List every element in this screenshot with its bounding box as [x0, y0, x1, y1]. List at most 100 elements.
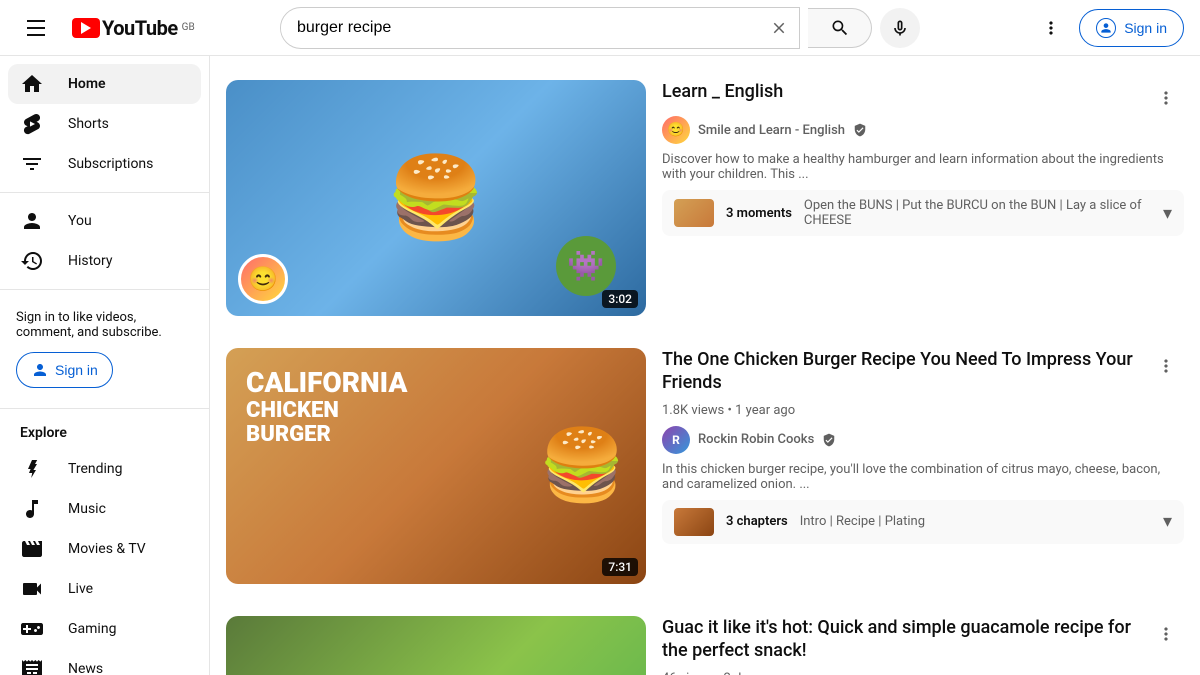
menu-button[interactable] — [16, 8, 56, 48]
channel-name-1: Smile and Learn - English — [698, 123, 845, 138]
moments-bar-1[interactable]: 3 moments Open the BUNS | Put the BURCU … — [662, 190, 1184, 236]
video-info-2: The One Chicken Burger Recipe You Need T… — [662, 348, 1184, 584]
sidebar-trending-label: Trending — [68, 461, 123, 477]
sidebar-item-subscriptions[interactable]: Subscriptions — [8, 144, 201, 184]
home-icon — [20, 72, 44, 96]
sidebar-sign-in-label: Sign in — [55, 362, 98, 378]
more-vert-icon-3 — [1156, 624, 1176, 644]
clear-search-button[interactable] — [759, 8, 799, 48]
sidebar-divider-1 — [0, 192, 209, 193]
video-more-button-3[interactable] — [1148, 616, 1184, 652]
more-vert-icon — [1041, 18, 1061, 38]
close-icon — [770, 19, 788, 37]
video-description-1: Discover how to make a healthy hamburger… — [662, 152, 1184, 182]
sidebar-news-label: News — [68, 661, 103, 675]
sign-in-icon — [1096, 18, 1116, 38]
sidebar-item-gaming[interactable]: Gaming — [8, 609, 201, 649]
moments-thumb-1 — [674, 199, 714, 227]
sidebar-history-label: History — [68, 253, 113, 269]
video-title-2: The One Chicken Burger Recipe You Need T… — [662, 348, 1148, 395]
video-more-button-1[interactable] — [1148, 80, 1184, 116]
main-content: 🍔 👾 😊 3:02 Learn _ English 😊 — [210, 56, 1200, 675]
sign-in-button[interactable]: Sign in — [1079, 9, 1184, 47]
more-options-button[interactable] — [1031, 8, 1071, 48]
verified-icon-1 — [853, 123, 867, 137]
sidebar-item-trending[interactable]: Trending — [8, 449, 201, 489]
thumbnail-1: 🍔 👾 😊 3:02 — [226, 80, 646, 316]
burger-thumb-2: 🍔 — [539, 425, 626, 507]
subscriptions-icon — [20, 152, 44, 176]
sidebar-you-label: You — [68, 213, 92, 229]
channel-row-1: 😊 Smile and Learn - English — [662, 116, 1184, 144]
logo-country: GB — [182, 22, 195, 33]
burger-emoji: 🍔 — [386, 151, 486, 245]
sidebar-item-news[interactable]: News — [8, 649, 201, 675]
video-more-button-2[interactable] — [1148, 348, 1184, 384]
thumbnail-2: CALIFORNIA CHICKEN BURGER 🍔 7:31 — [226, 348, 646, 584]
expand-icon-2: ▾ — [1163, 511, 1172, 532]
expand-icon-1: ▾ — [1163, 203, 1172, 224]
verified-icon-2 — [822, 433, 836, 447]
sidebar-item-history[interactable]: History — [8, 241, 201, 281]
sign-in-label: Sign in — [1124, 20, 1167, 36]
sidebar-subscriptions-label: Subscriptions — [68, 156, 153, 172]
video-title-1: Learn _ English — [662, 80, 783, 103]
video-item-3[interactable]: PERFECTGUACAMOLE! 🥑 Guac it like it's ho… — [210, 600, 1200, 675]
thumb-line2: CHICKEN — [246, 399, 626, 423]
sidebar-item-movies[interactable]: Movies & TV — [8, 529, 201, 569]
video-title-3: Guac it like it's hot: Quick and simple … — [662, 616, 1148, 663]
video-item-1[interactable]: 🍔 👾 😊 3:02 Learn _ English 😊 — [210, 64, 1200, 332]
header: YouTube GB — [0, 0, 1200, 56]
chapters-label-2: 3 chapters — [726, 514, 788, 529]
video-description-2: In this chicken burger recipe, you'll lo… — [662, 462, 1184, 492]
gaming-icon — [20, 617, 44, 641]
sidebar-item-live[interactable]: Live — [8, 569, 201, 609]
sidebar-item-you[interactable]: You — [8, 201, 201, 241]
shorts-icon — [20, 112, 44, 136]
channel-avatar-1: 😊 — [662, 116, 690, 144]
moments-text-1: Open the BUNS | Put the BURCU on the BUN… — [804, 198, 1151, 228]
views-2: 1.8K views — [662, 403, 724, 418]
trending-icon — [20, 457, 44, 481]
thumbnail-3: PERFECTGUACAMOLE! 🥑 — [226, 616, 646, 675]
video-item-2[interactable]: CALIFORNIA CHICKEN BURGER 🍔 7:31 The One… — [210, 332, 1200, 600]
search-icon — [830, 18, 850, 38]
live-icon — [20, 577, 44, 601]
video-info-1: Learn _ English 😊 Smile and Learn - Engl… — [662, 80, 1184, 316]
duration-badge-1: 3:02 — [602, 290, 638, 308]
video-meta-3: 46 views • 2 days ago — [662, 671, 1184, 675]
music-icon — [20, 497, 44, 521]
thumb-line1: CALIFORNIA — [246, 368, 626, 399]
header-center — [280, 7, 920, 49]
search-input[interactable] — [281, 11, 759, 45]
chapters-bar-2[interactable]: 3 chapters Intro | Recipe | Plating ▾ — [662, 500, 1184, 544]
history-icon — [20, 249, 44, 273]
sidebar-item-shorts[interactable]: Shorts — [8, 104, 201, 144]
header-left: YouTube GB — [16, 8, 216, 48]
youtube-logo[interactable]: YouTube GB — [72, 16, 195, 40]
sign-in-prompt-section: Sign in to like videos, comment, and sub… — [0, 298, 209, 400]
chapters-text-2: Intro | Recipe | Plating — [800, 514, 1151, 529]
youtube-logo-icon — [72, 18, 100, 38]
views-3: 46 views — [662, 671, 713, 675]
sidebar-live-label: Live — [68, 581, 93, 597]
sidebar-music-label: Music — [68, 501, 106, 517]
sign-in-prompt-text: Sign in to like videos, comment, and sub… — [16, 310, 193, 340]
sidebar-gaming-label: Gaming — [68, 621, 116, 637]
moments-label-1: 3 moments — [726, 206, 792, 221]
sidebar-sign-in-button[interactable]: Sign in — [16, 352, 113, 388]
chapters-thumb-2 — [674, 508, 714, 536]
video-meta-2: 1.8K views • 1 year ago — [662, 403, 1184, 418]
hamburger-icon — [27, 20, 45, 36]
sidebar-home-label: Home — [68, 76, 106, 92]
person-icon — [31, 361, 49, 379]
you-icon — [20, 209, 44, 233]
logo-text: YouTube — [102, 16, 178, 40]
voice-search-button[interactable] — [880, 8, 920, 48]
news-icon — [20, 657, 44, 675]
sidebar-divider-3 — [0, 408, 209, 409]
channel-avatar-2: R — [662, 426, 690, 454]
sidebar-item-music[interactable]: Music — [8, 489, 201, 529]
search-button[interactable] — [808, 8, 872, 48]
sidebar-item-home[interactable]: Home — [8, 64, 201, 104]
